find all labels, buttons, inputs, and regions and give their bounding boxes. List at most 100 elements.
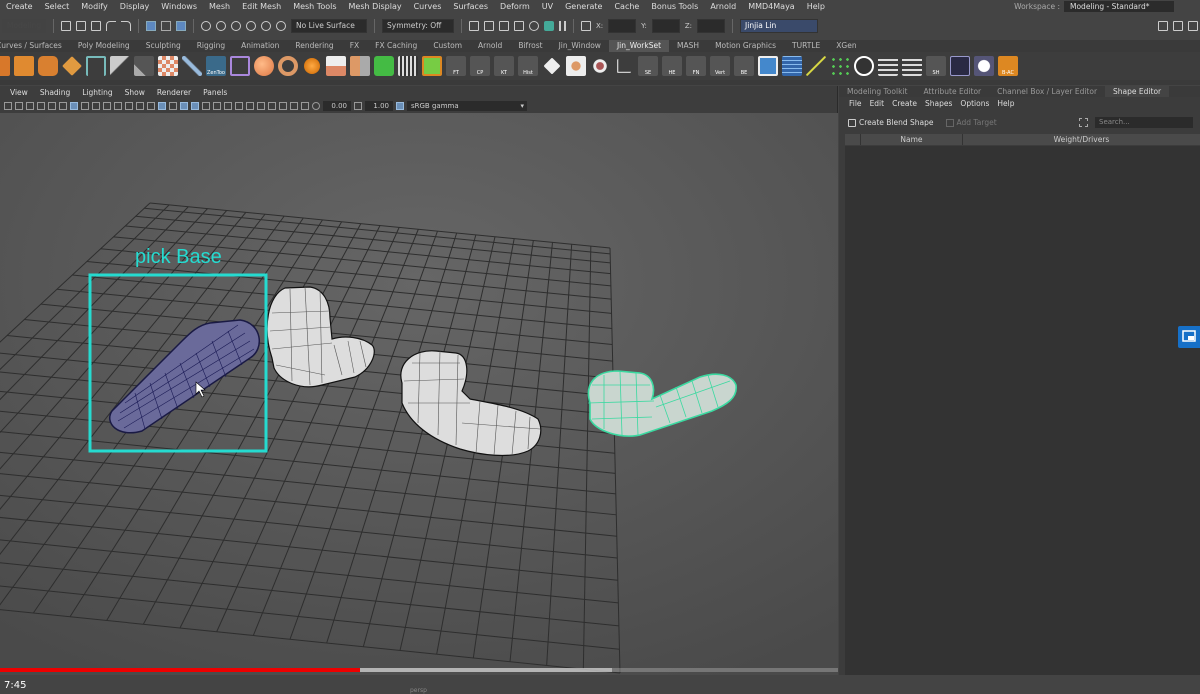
- save-scene-icon[interactable]: [91, 21, 101, 31]
- snap-point-icon[interactable]: [231, 21, 241, 31]
- brush-icon[interactable]: [182, 56, 202, 76]
- render-view-icon[interactable]: [469, 21, 479, 31]
- grid-toggle-icon[interactable]: [70, 102, 78, 110]
- shape-menu-edit[interactable]: Edit: [866, 98, 889, 109]
- shelf-tab-fx[interactable]: FX: [342, 40, 367, 52]
- snap-curve-icon[interactable]: [216, 21, 226, 31]
- shape-menu-shapes[interactable]: Shapes: [921, 98, 956, 109]
- cp-icon[interactable]: CP: [470, 56, 490, 76]
- shape-menu-help[interactable]: Help: [993, 98, 1018, 109]
- default-material-icon[interactable]: [169, 102, 177, 110]
- shelf-tab-rigging[interactable]: Rigging: [189, 40, 233, 52]
- hatching-icon[interactable]: [398, 56, 418, 76]
- name-column-header[interactable]: Name: [861, 134, 963, 145]
- resolution-gate-icon[interactable]: [92, 102, 100, 110]
- render-settings-icon[interactable]: [514, 21, 524, 31]
- menu-curves[interactable]: Curves: [408, 2, 448, 11]
- menu-select[interactable]: Select: [39, 2, 76, 11]
- viewport-menu-show[interactable]: Show: [119, 88, 151, 99]
- torus-icon[interactable]: [278, 56, 298, 76]
- viewport-menu-panels[interactable]: Panels: [197, 88, 233, 99]
- plane-icon[interactable]: [62, 56, 82, 76]
- shelf-tab-curves-surfaces[interactable]: Curves / Surfaces: [0, 40, 70, 52]
- diamond-icon[interactable]: [543, 57, 561, 75]
- smooth-shade-icon[interactable]: [158, 102, 166, 110]
- cube-icon[interactable]: [14, 56, 34, 76]
- multi-cut-icon[interactable]: [134, 56, 154, 76]
- boxes-icon[interactable]: [422, 56, 442, 76]
- filter-icon[interactable]: [1079, 118, 1088, 127]
- xray-icon[interactable]: [279, 102, 287, 110]
- list-tool-icon[interactable]: [878, 56, 898, 76]
- ipr-render-icon[interactable]: [499, 21, 509, 31]
- toggle-sidebar-icon[interactable]: [1158, 21, 1168, 31]
- menu-surfaces[interactable]: Surfaces: [447, 2, 494, 11]
- exposure-field[interactable]: 0.00: [323, 101, 351, 111]
- shelf-tab-fx-caching[interactable]: FX Caching: [367, 40, 425, 52]
- arnold-render-icon[interactable]: [544, 21, 554, 31]
- circle-tool-icon[interactable]: [854, 56, 874, 76]
- shelf-tab-bifrost[interactable]: Bifrost: [510, 40, 550, 52]
- bevel-icon[interactable]: [350, 56, 370, 76]
- video-progress-bar[interactable]: [0, 668, 838, 672]
- toggle-tool-settings-icon[interactable]: [1188, 21, 1198, 31]
- wireframe-cube-icon[interactable]: [230, 56, 250, 76]
- 3d-viewport[interactable]: pick Base 7:45 persp: [0, 113, 838, 694]
- snap-live-icon[interactable]: [276, 21, 286, 31]
- symmetry-dropdown[interactable]: Symmetry: Off: [382, 19, 454, 33]
- lights-icon[interactable]: [202, 102, 210, 110]
- redo-icon[interactable]: [121, 21, 131, 31]
- shape-menu-file[interactable]: File: [845, 98, 866, 109]
- panel-tab-modeling-toolkit[interactable]: Modeling Toolkit: [839, 86, 915, 97]
- shelf-tab-rendering[interactable]: Rendering: [287, 40, 341, 52]
- shelf-tab-custom[interactable]: Custom: [425, 40, 470, 52]
- shape-list-body[interactable]: [845, 146, 1200, 675]
- live-surface-field[interactable]: No Live Surface: [291, 19, 367, 33]
- shelf-tab-motion-graphics[interactable]: Motion Graphics: [707, 40, 784, 52]
- viewport-menu-renderer[interactable]: Renderer: [151, 88, 197, 99]
- motion-blur-icon[interactable]: [235, 102, 243, 110]
- bookmark-icon[interactable]: [26, 102, 34, 110]
- viewport-menu-lighting[interactable]: Lighting: [76, 88, 118, 99]
- menu-bonus-tools[interactable]: Bonus Tools: [645, 2, 704, 11]
- ft-icon[interactable]: FT: [446, 56, 466, 76]
- bridge-icon[interactable]: [86, 56, 106, 76]
- wireframe-on-shaded-icon[interactable]: [180, 102, 188, 110]
- checker-icon[interactable]: [158, 56, 178, 76]
- film-gate-icon[interactable]: [81, 102, 89, 110]
- zentool-icon[interactable]: ZenToo: [206, 56, 226, 76]
- safe-action-icon[interactable]: [125, 102, 133, 110]
- safe-title-icon[interactable]: [136, 102, 144, 110]
- cylinder-icon[interactable]: [38, 56, 58, 76]
- ambient-occlusion-icon[interactable]: [224, 102, 232, 110]
- floating-window-button[interactable]: [1178, 326, 1200, 348]
- menu-help[interactable]: Help: [801, 2, 831, 11]
- undo-icon[interactable]: [106, 21, 116, 31]
- shelf-tab-jin-workset[interactable]: Jin_WorkSet: [608, 40, 670, 52]
- 2d-pan-icon[interactable]: [48, 102, 56, 110]
- vert-icon[interactable]: Vert: [710, 56, 730, 76]
- search-input[interactable]: Search...: [1095, 117, 1193, 128]
- user-account-dropdown[interactable]: Jinjia Lin: [740, 19, 819, 33]
- menu-mmd4maya[interactable]: MMD4Maya: [742, 2, 801, 11]
- shelf-tab-mash[interactable]: MASH: [669, 40, 707, 52]
- insert-loop-icon[interactable]: [110, 56, 130, 76]
- panel-tab-shape-editor[interactable]: Shape Editor: [1105, 86, 1170, 97]
- anti-aliasing-icon[interactable]: [246, 102, 254, 110]
- select-component-icon[interactable]: [176, 21, 186, 31]
- x-field[interactable]: [608, 19, 637, 33]
- shelf-tab-turtle[interactable]: TURTLE: [784, 40, 828, 52]
- select-hierarchy-icon[interactable]: [146, 21, 156, 31]
- snap-surface-icon[interactable]: [261, 21, 271, 31]
- gate-mask-icon[interactable]: [103, 102, 111, 110]
- menu-deform[interactable]: Deform: [494, 2, 536, 11]
- camera-attributes-icon[interactable]: [15, 102, 23, 110]
- image-plane-icon[interactable]: [37, 102, 45, 110]
- shelf-tab-xgen[interactable]: XGen: [828, 40, 864, 52]
- se-icon[interactable]: SE: [638, 56, 658, 76]
- new-scene-icon[interactable]: [61, 21, 71, 31]
- shelf-tab-poly-modeling[interactable]: Poly Modeling: [70, 40, 138, 52]
- orange-sphere-icon[interactable]: [304, 58, 320, 74]
- viewport-menu-view[interactable]: View: [4, 88, 34, 99]
- he-icon[interactable]: HE: [662, 56, 682, 76]
